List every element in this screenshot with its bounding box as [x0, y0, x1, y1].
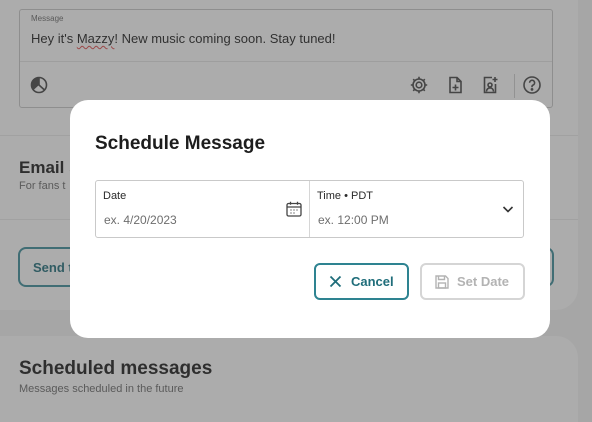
set-date-button-label: Set Date [457, 274, 510, 289]
date-time-fields: Date Time • PDT [95, 180, 524, 238]
set-date-button[interactable]: Set Date [420, 263, 525, 300]
close-icon [329, 275, 342, 288]
date-input[interactable] [104, 212, 274, 228]
calendar-icon[interactable] [285, 200, 303, 218]
dialog-title: Schedule Message [95, 133, 266, 154]
date-field[interactable]: Date [96, 181, 310, 237]
cancel-button-label: Cancel [351, 274, 394, 289]
time-label: Time • PDT [317, 190, 373, 202]
cancel-button[interactable]: Cancel [314, 263, 409, 300]
chevron-down-icon[interactable] [501, 202, 515, 216]
date-label: Date [103, 190, 127, 202]
page: Message Hey it's Mazzy! New music coming… [0, 0, 592, 422]
schedule-message-dialog: Schedule Message Date Time • PDT [70, 100, 550, 338]
time-field[interactable]: Time • PDT [310, 181, 523, 237]
save-icon [435, 275, 449, 289]
time-input[interactable] [318, 212, 488, 228]
